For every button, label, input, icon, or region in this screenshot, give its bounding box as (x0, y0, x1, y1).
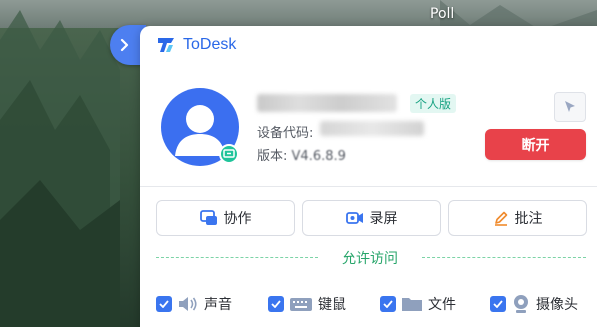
camera-checkbox[interactable] (490, 296, 506, 312)
divider-dashed-right (422, 257, 586, 258)
brand: ToDesk (156, 36, 236, 54)
disconnect-button[interactable]: 断开 (485, 129, 586, 160)
todesk-panel: ToDesk 个人版 设备代码: 版本: V4.6.8.9 断开 协作 录屏 批… (140, 26, 597, 327)
allow-access-title: 允许访问 (342, 251, 398, 267)
allow-access-header: 允许访问 (156, 248, 586, 268)
file-checkbox[interactable] (380, 296, 396, 312)
annotate-button[interactable]: 批注 (448, 200, 587, 236)
speaker-icon (179, 297, 197, 311)
camera-label: 摄像头 (536, 297, 578, 313)
record-icon (345, 212, 363, 224)
collab-label: 协作 (223, 211, 252, 227)
annotate-label: 批注 (514, 211, 543, 227)
divider-dashed-left (156, 257, 318, 258)
cursor-arrow-icon (565, 101, 575, 112)
check-icon (271, 300, 281, 308)
account-name-redacted (257, 94, 397, 112)
version-label: 版本: (257, 149, 288, 164)
todesk-logo-icon (158, 38, 174, 52)
check-icon (493, 300, 503, 308)
version-row: 版本: V4.6.8.9 (257, 145, 346, 164)
record-button[interactable]: 录屏 (302, 200, 441, 236)
camera-icon (514, 295, 528, 313)
device-code-label: 设备代码: (257, 126, 314, 141)
permission-sound[interactable]: 声音 (156, 294, 232, 314)
desktop-poll-label[interactable]: Poll (430, 6, 454, 22)
chevron-right-icon (120, 38, 129, 52)
folder-icon (402, 298, 422, 311)
edition-badge: 个人版 (410, 94, 457, 113)
sound-checkbox[interactable] (156, 296, 172, 312)
device-badge-icon (219, 144, 239, 164)
keyboard-mouse-label: 键鼠 (318, 297, 346, 313)
collab-icon (199, 210, 217, 225)
pen-icon (494, 211, 507, 226)
permission-file[interactable]: 文件 (380, 294, 456, 314)
collab-button[interactable]: 协作 (156, 200, 295, 236)
permission-keyboard-mouse[interactable]: 键鼠 (268, 294, 346, 314)
record-label: 录屏 (369, 211, 398, 227)
version-value: V4.6.8.9 (291, 149, 346, 164)
keyboard-icon (290, 298, 312, 311)
file-label: 文件 (428, 297, 456, 313)
brand-name: ToDesk (183, 36, 237, 53)
check-icon (383, 300, 393, 308)
device-code-redacted (320, 121, 424, 136)
check-icon (159, 300, 169, 308)
permission-camera[interactable]: 摄像头 (490, 294, 578, 314)
keyboard-mouse-checkbox[interactable] (268, 296, 284, 312)
sound-label: 声音 (204, 297, 232, 313)
pointer-button[interactable] (554, 92, 586, 122)
section-divider (140, 186, 597, 187)
